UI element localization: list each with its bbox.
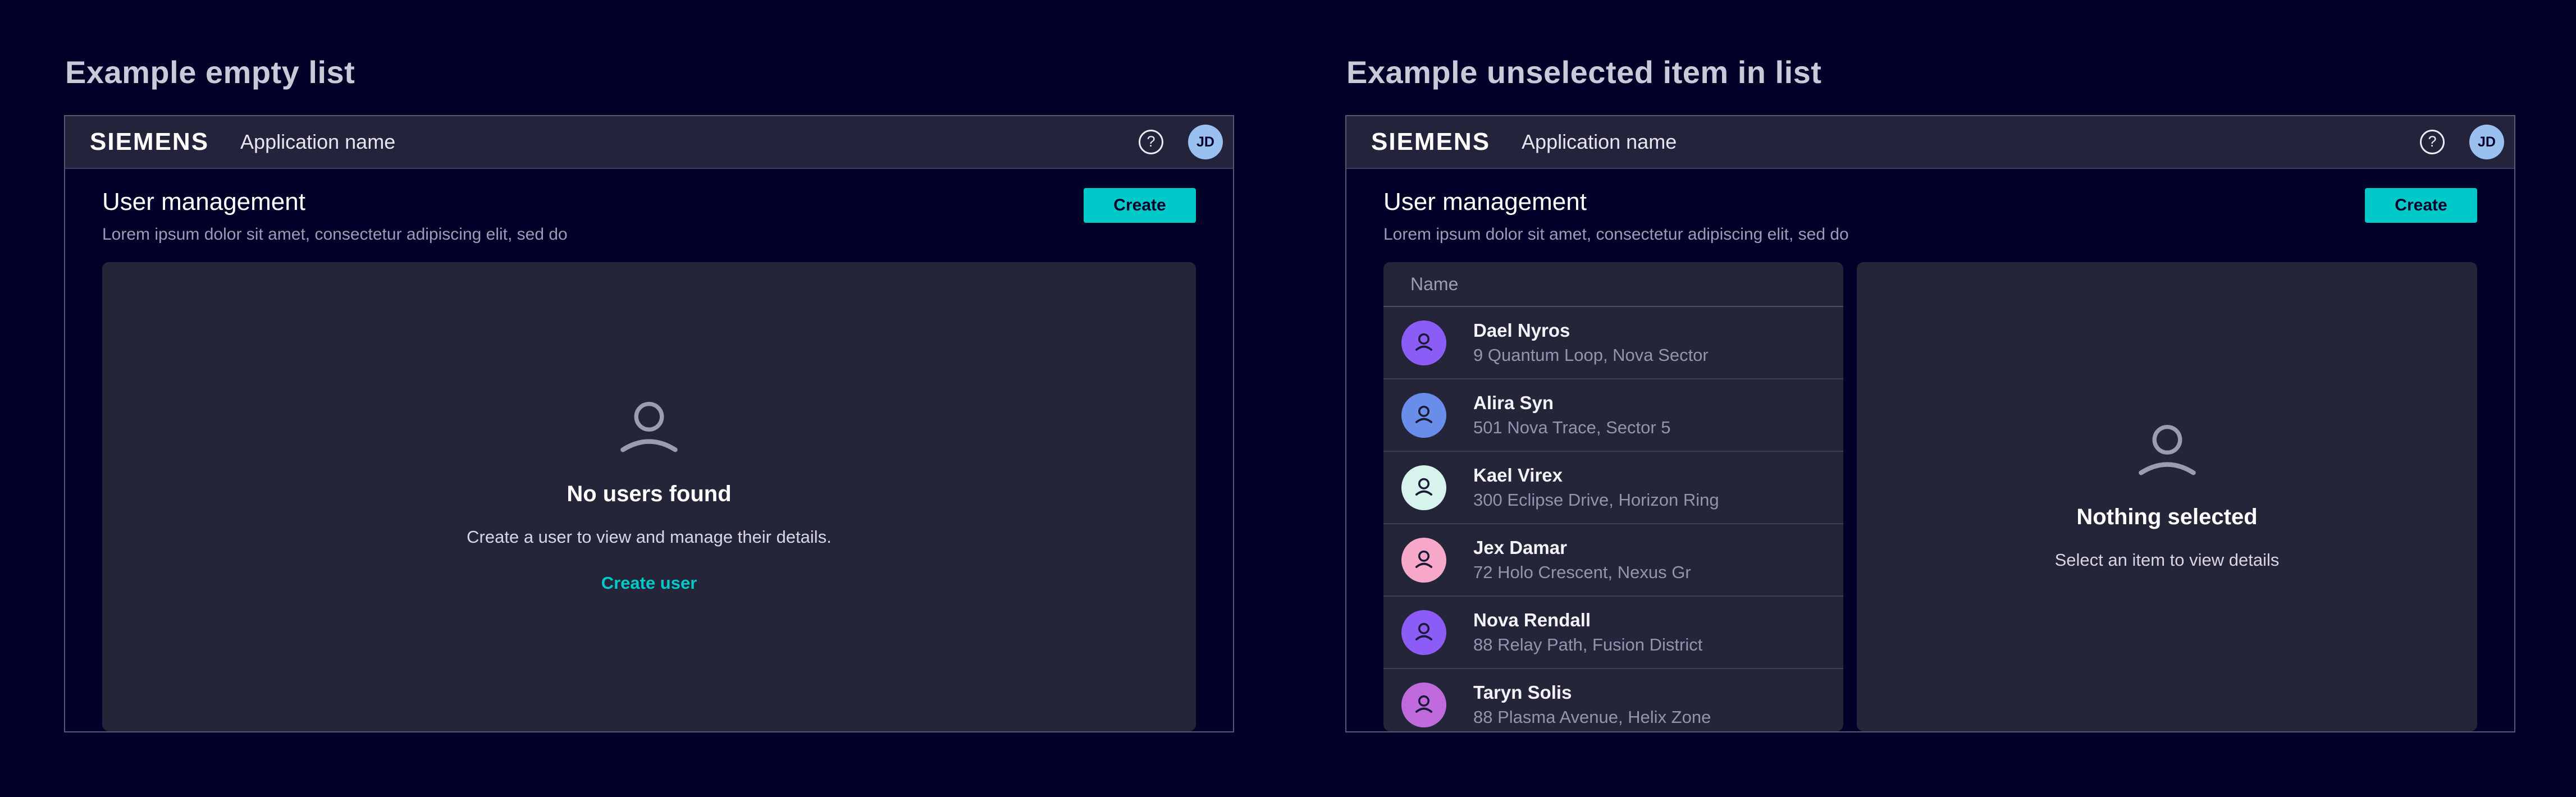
user-avatar-badge (1401, 683, 1446, 727)
user-avatar[interactable]: JD (2469, 125, 2504, 159)
nothing-selected-title: Nothing selected (2076, 505, 2257, 530)
help-button[interactable]: ? (1139, 130, 1163, 154)
user-avatar-badge (1401, 610, 1446, 655)
user-name: Alira Syn (1473, 392, 1671, 414)
title-block: User management Lorem ipsum dolor sit am… (102, 188, 568, 244)
user-list-panel: Name Dael Nyros 9 Quantum Loop, Nova Sect… (1383, 262, 1843, 731)
user-avatar-badge (1401, 320, 1446, 365)
user-address: 501 Nova Trace, Sector 5 (1473, 418, 1671, 438)
page-title: User management (102, 188, 568, 216)
user-list-item[interactable]: Taryn Solis 88 Plasma Avenue, Helix Zone (1383, 669, 1843, 731)
user-address: 9 Quantum Loop, Nova Sector (1473, 345, 1709, 365)
app-name: Application name (1522, 130, 1677, 154)
title-block: User management Lorem ipsum dolor sit am… (1383, 188, 1849, 244)
list-column-header: Name (1383, 262, 1843, 307)
content-header: User management Lorem ipsum dolor sit am… (1383, 188, 2477, 244)
user-text-block: Jex Damar 72 Holo Crescent, Nexus Gr (1473, 537, 1691, 583)
empty-state: No users found Create a user to view and… (467, 400, 832, 593)
page-title: User management (1383, 188, 1849, 216)
user-avatar-badge (1401, 393, 1446, 438)
user-list-item[interactable]: Kael Virex 300 Eclipse Drive, Horizon Rin… (1383, 452, 1843, 524)
person-icon (1412, 331, 1436, 355)
user-list-item[interactable]: Dael Nyros 9 Quantum Loop, Nova Sector (1383, 307, 1843, 379)
person-icon (1412, 548, 1436, 572)
empty-state-title: No users found (567, 482, 731, 507)
example-unselected-item: Example unselected item in list SIEMENS … (1345, 54, 2515, 732)
person-icon (1412, 475, 1436, 500)
panels-row: No users found Create a user to view and… (102, 262, 1196, 731)
content-area: User management Lorem ipsum dolor sit am… (65, 169, 1233, 731)
user-name: Kael Virex (1473, 465, 1719, 486)
user-name: Nova Rendall (1473, 610, 1702, 631)
user-text-block: Kael Virex 300 Eclipse Drive, Horizon Rin… (1473, 465, 1719, 510)
siemens-logo: SIEMENS (90, 128, 209, 156)
detail-panel: Nothing selected Select an item to view … (1857, 262, 2477, 731)
page-subtitle: Lorem ipsum dolor sit amet, consectetur … (1383, 225, 1849, 244)
user-text-block: Alira Syn 501 Nova Trace, Sector 5 (1473, 392, 1671, 438)
app-name: Application name (240, 130, 395, 154)
create-user-link[interactable]: Create user (601, 573, 697, 593)
app-frame: SIEMENS Application name ? JD User manag… (64, 115, 1234, 732)
content-area: User management Lorem ipsum dolor sit am… (1346, 169, 2514, 731)
help-button[interactable]: ? (2420, 130, 2445, 154)
empty-list-panel: No users found Create a user to view and… (102, 262, 1196, 731)
user-text-block: Nova Rendall 88 Relay Path, Fusion Distri… (1473, 610, 1702, 655)
person-icon (1412, 620, 1436, 645)
example-empty-list: Example empty list SIEMENS Application n… (64, 54, 1234, 732)
user-name: Dael Nyros (1473, 320, 1709, 341)
user-list: Dael Nyros 9 Quantum Loop, Nova Sector Al… (1383, 307, 1843, 731)
user-list-item[interactable]: Alira Syn 501 Nova Trace, Sector 5 (1383, 379, 1843, 452)
page-subtitle: Lorem ipsum dolor sit amet, consectetur … (102, 225, 568, 244)
empty-state-description: Create a user to view and manage their d… (467, 527, 832, 547)
page: Example empty list SIEMENS Application n… (0, 0, 2576, 732)
example-title: Example unselected item in list (1346, 54, 2515, 90)
user-address: 88 Plasma Avenue, Helix Zone (1473, 707, 1711, 727)
app-header: SIEMENS Application name ? JD (65, 116, 1233, 169)
user-text-block: Dael Nyros 9 Quantum Loop, Nova Sector (1473, 320, 1709, 365)
create-button[interactable]: Create (2365, 188, 2477, 223)
person-icon (616, 400, 682, 458)
app-header: SIEMENS Application name ? JD (1346, 116, 2514, 169)
user-text-block: Taryn Solis 88 Plasma Avenue, Helix Zone (1473, 682, 1711, 727)
user-list-item[interactable]: Jex Damar 72 Holo Crescent, Nexus Gr (1383, 524, 1843, 597)
nothing-selected-description: Select an item to view details (2055, 550, 2280, 570)
user-avatar-badge (1401, 538, 1446, 583)
person-icon (2134, 423, 2200, 481)
user-address: 72 Holo Crescent, Nexus Gr (1473, 562, 1691, 583)
create-button[interactable]: Create (1084, 188, 1196, 223)
user-address: 300 Eclipse Drive, Horizon Ring (1473, 490, 1719, 510)
person-icon (1412, 403, 1436, 428)
user-avatar-badge (1401, 465, 1446, 510)
nothing-selected-state: Nothing selected Select an item to view … (2055, 423, 2280, 570)
user-name: Taryn Solis (1473, 682, 1711, 703)
user-list-item[interactable]: Nova Rendall 88 Relay Path, Fusion Distri… (1383, 597, 1843, 669)
siemens-logo: SIEMENS (1371, 128, 1490, 156)
user-address: 88 Relay Path, Fusion District (1473, 635, 1702, 655)
content-header: User management Lorem ipsum dolor sit am… (102, 188, 1196, 244)
user-name: Jex Damar (1473, 537, 1691, 558)
user-avatar[interactable]: JD (1188, 125, 1223, 159)
person-icon (1412, 693, 1436, 717)
example-title: Example empty list (65, 54, 1234, 90)
app-frame: SIEMENS Application name ? JD User manag… (1345, 115, 2515, 732)
panels-row: Name Dael Nyros 9 Quantum Loop, Nova Sect… (1383, 262, 2477, 731)
